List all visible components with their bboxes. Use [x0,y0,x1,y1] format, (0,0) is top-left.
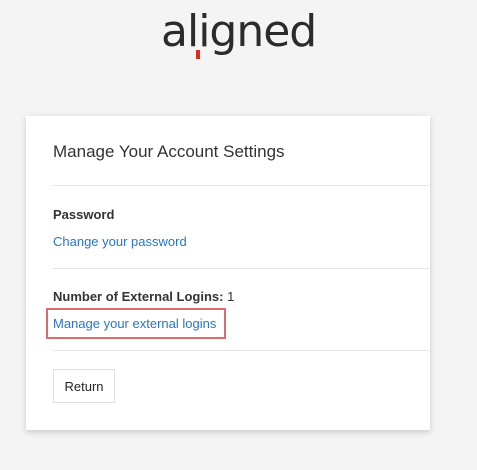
manage-external-logins-link[interactable]: Manage your external logins [53,316,216,331]
password-label: Password [53,207,115,222]
section-divider [53,185,429,186]
account-settings-card: Manage Your Account Settings Password Ch… [26,116,430,430]
page-title: Manage Your Account Settings [53,142,285,161]
external-logins-label: Number of External Logins: 1 [53,289,234,304]
change-password-link[interactable]: Change your password [53,234,187,249]
section-divider [53,350,429,351]
return-button[interactable]: Return [53,369,115,403]
logo-text: aligned [161,6,317,57]
external-logins-count: 1 [227,289,235,304]
external-logins-label-text: Number of External Logins: [53,289,224,304]
aligned-logo: aligned [161,4,321,60]
section-divider [53,268,429,269]
logo-accent-mark [196,50,200,59]
